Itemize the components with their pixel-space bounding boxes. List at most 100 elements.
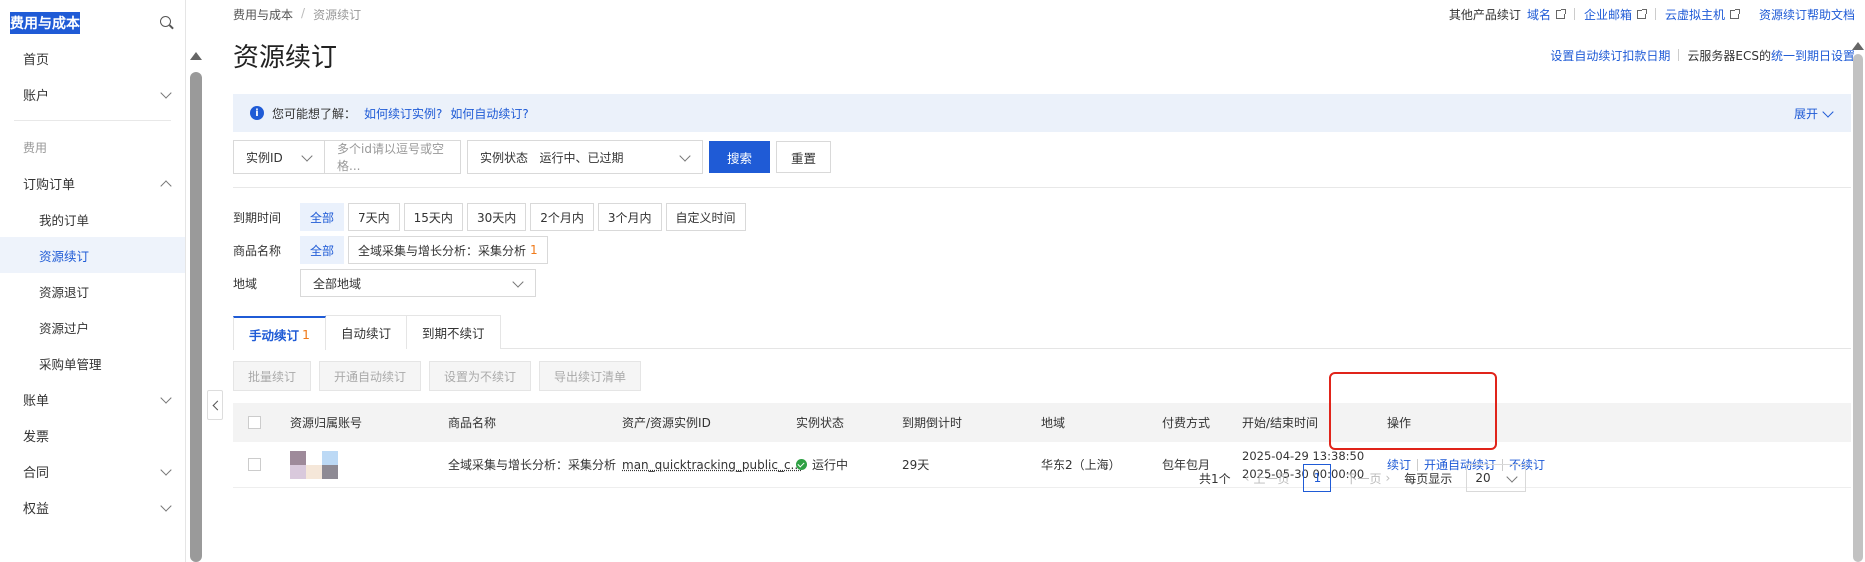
- sidebar-item-bills[interactable]: 账单: [0, 381, 185, 417]
- how-to-renew-link[interactable]: 如何续订实例?: [364, 105, 442, 122]
- expire-option-3m[interactable]: 3个月内: [597, 203, 662, 231]
- avatar: [290, 450, 352, 479]
- page-size-select[interactable]: 20: [1466, 464, 1527, 492]
- scroll-up-arrow-icon[interactable]: [1852, 42, 1864, 50]
- status-text: 运行中: [812, 458, 849, 472]
- next-page-button[interactable]: 下一页 ›: [1345, 470, 1390, 487]
- expire-option-all[interactable]: 全部: [300, 203, 345, 231]
- ecs-unified-expiry-link[interactable]: 统一到期日设置: [1771, 47, 1855, 64]
- chevron-up-icon: [161, 178, 171, 188]
- expire-option-30d[interactable]: 30天内: [466, 203, 527, 231]
- page-scrollbar[interactable]: [1851, 40, 1865, 562]
- notice-prefix: 您可能想了解：: [272, 106, 357, 121]
- link-label: 云虚拟主机: [1664, 7, 1725, 22]
- enable-auto-renew-button[interactable]: 开通自动续订: [319, 361, 422, 391]
- instance-status-select[interactable]: 实例状态 运行中、已过期: [467, 140, 703, 174]
- sidebar-scrollbar[interactable]: [189, 50, 203, 562]
- tab-no-renewal[interactable]: 到期不续订: [405, 315, 501, 349]
- product-filter-row: 商品名称 全部 全域采集与增长分析：采集分析 1: [233, 236, 1865, 264]
- expand-label: 展开: [1793, 106, 1818, 121]
- link-label: 企业邮箱: [1583, 7, 1632, 22]
- tab-manual-renewal[interactable]: 手动续订 1: [233, 316, 326, 350]
- how-to-auto-renew-link[interactable]: 如何自动续订?: [450, 105, 528, 122]
- table-row: 全域采集与增长分析：采集分析 man_quicktracking_public_…: [233, 442, 1851, 488]
- chevron-left-icon: ‹: [1244, 471, 1250, 485]
- search-field-select[interactable]: 实例ID: [233, 140, 325, 174]
- region-filter-label: 地域: [233, 276, 258, 291]
- region-select-value: 全部地域: [313, 276, 362, 291]
- email-link[interactable]: 企业邮箱: [1583, 6, 1647, 23]
- sidebar-item-label: 首页: [23, 52, 50, 68]
- chevron-down-icon: [161, 466, 171, 476]
- expire-option-7d[interactable]: 7天内: [348, 203, 400, 231]
- sidebar-item-label: 资源续订: [39, 248, 90, 264]
- scrollbar-thumb[interactable]: [190, 72, 202, 562]
- external-link-icon: [1729, 8, 1740, 19]
- sidebar-item-unsubscribe[interactable]: 资源退订: [0, 273, 185, 309]
- prev-page-button[interactable]: ‹ 上一页: [1245, 470, 1290, 487]
- page-size-label: 每页显示: [1404, 471, 1453, 486]
- status-cell: 运行中: [796, 456, 902, 473]
- virtual-host-link[interactable]: 云虚拟主机: [1664, 6, 1740, 23]
- search-button[interactable]: 搜索: [709, 141, 771, 173]
- info-icon: i: [250, 106, 264, 120]
- chevron-down-icon: [302, 152, 312, 162]
- reset-button[interactable]: 重置: [776, 141, 832, 173]
- topbar: 费用与成本 / 资源续订 其他产品续订 域名 企业邮箱 云虚拟主机 资源续订帮助…: [233, 0, 1865, 28]
- set-no-renew-button[interactable]: 设置为不续订: [429, 361, 532, 391]
- expire-option-custom[interactable]: 自定义时间: [665, 203, 746, 231]
- sidebar-item-contract[interactable]: 合同: [0, 453, 185, 489]
- product-option-qt[interactable]: 全域采集与增长分析：采集分析 1: [348, 236, 548, 264]
- sidebar-group-label: 费用: [23, 140, 48, 155]
- export-list-button[interactable]: 导出续订清单: [539, 361, 642, 391]
- sidebar-item-invoice[interactable]: 发票: [0, 417, 185, 453]
- breadcrumb-separator: /: [301, 5, 306, 20]
- scroll-up-arrow-icon[interactable]: [190, 52, 202, 60]
- chevron-down-icon: [161, 502, 171, 512]
- scrollbar-thumb[interactable]: [1853, 54, 1863, 562]
- sidebar-item-account[interactable]: 账户: [0, 76, 185, 112]
- status-filter-text: 实例状态 运行中、已过期: [480, 149, 623, 166]
- help-doc-link[interactable]: 资源续订帮助文档: [1759, 6, 1855, 23]
- batch-renew-button[interactable]: 批量续订: [233, 361, 312, 391]
- expire-option-2m[interactable]: 2个月内: [530, 203, 594, 231]
- prev-page-label: 上一页: [1253, 471, 1290, 486]
- chevron-down-icon: [1823, 108, 1833, 118]
- product-option-all[interactable]: 全部: [300, 236, 345, 264]
- divider: [1573, 8, 1575, 20]
- auto-deduct-date-link[interactable]: 设置自动续订扣款日期: [1550, 47, 1670, 64]
- info-notice: i 您可能想了解： 如何续订实例? 如何自动续订? 展开: [233, 94, 1851, 132]
- region-cell: 华东2（上海）: [1041, 458, 1121, 472]
- page-number-button[interactable]: 1: [1303, 464, 1332, 492]
- region-select[interactable]: 全部地域: [300, 269, 536, 297]
- sidebar-item-label: 资源退订: [39, 284, 90, 300]
- status-badge: 运行中: [796, 456, 902, 473]
- renewal-table: 资源归属账号 商品名称 资产/资源实例ID 实例状态 到期倒计时 地域 付费方式…: [233, 403, 1851, 488]
- row-checkbox[interactable]: [248, 458, 261, 471]
- domain-link[interactable]: 域名: [1527, 6, 1566, 23]
- column-header: 付费方式: [1162, 416, 1211, 430]
- expand-button[interactable]: 展开: [1794, 105, 1833, 122]
- sidebar-item-orders[interactable]: 订购订单: [0, 165, 185, 201]
- chevron-down-icon: [161, 89, 171, 99]
- pagination: 共1个 ‹ 上一页 1 下一页 › 每页显示 20: [1199, 464, 1527, 492]
- sidebar-item-transfer[interactable]: 资源过户: [0, 309, 185, 345]
- sidebar-item-benefits[interactable]: 权益: [0, 489, 185, 525]
- sidebar-item-home[interactable]: 首页: [0, 40, 185, 76]
- sidebar-item-my-orders[interactable]: 我的订单: [0, 201, 185, 237]
- sidebar-item-purchase[interactable]: 采购单管理: [0, 345, 185, 381]
- title-row: 资源续订 设置自动续订扣款日期 云服务器ECS的 统一到期日设置: [233, 34, 1865, 76]
- product-option-label: 全域采集与增长分析：采集分析: [358, 243, 527, 258]
- breadcrumb-current: 资源续订: [313, 7, 362, 22]
- sidebar-item-renewal[interactable]: 资源续订: [0, 237, 185, 273]
- collapse-sidebar-button[interactable]: [207, 390, 223, 420]
- instance-id-input[interactable]: 多个id请以逗号或空格...: [324, 140, 461, 174]
- sidebar-title: 费用与成本: [10, 12, 80, 34]
- select-all-checkbox[interactable]: [248, 416, 261, 429]
- count-badge: 1: [530, 243, 538, 257]
- tab-auto-renewal[interactable]: 自动续订: [324, 315, 407, 349]
- expire-option-15d[interactable]: 15天内: [403, 203, 463, 231]
- breadcrumb-root[interactable]: 费用与成本: [233, 6, 293, 23]
- search-icon[interactable]: [159, 15, 175, 31]
- instance-id-link[interactable]: man_quicktracking_public_c...: [622, 458, 802, 472]
